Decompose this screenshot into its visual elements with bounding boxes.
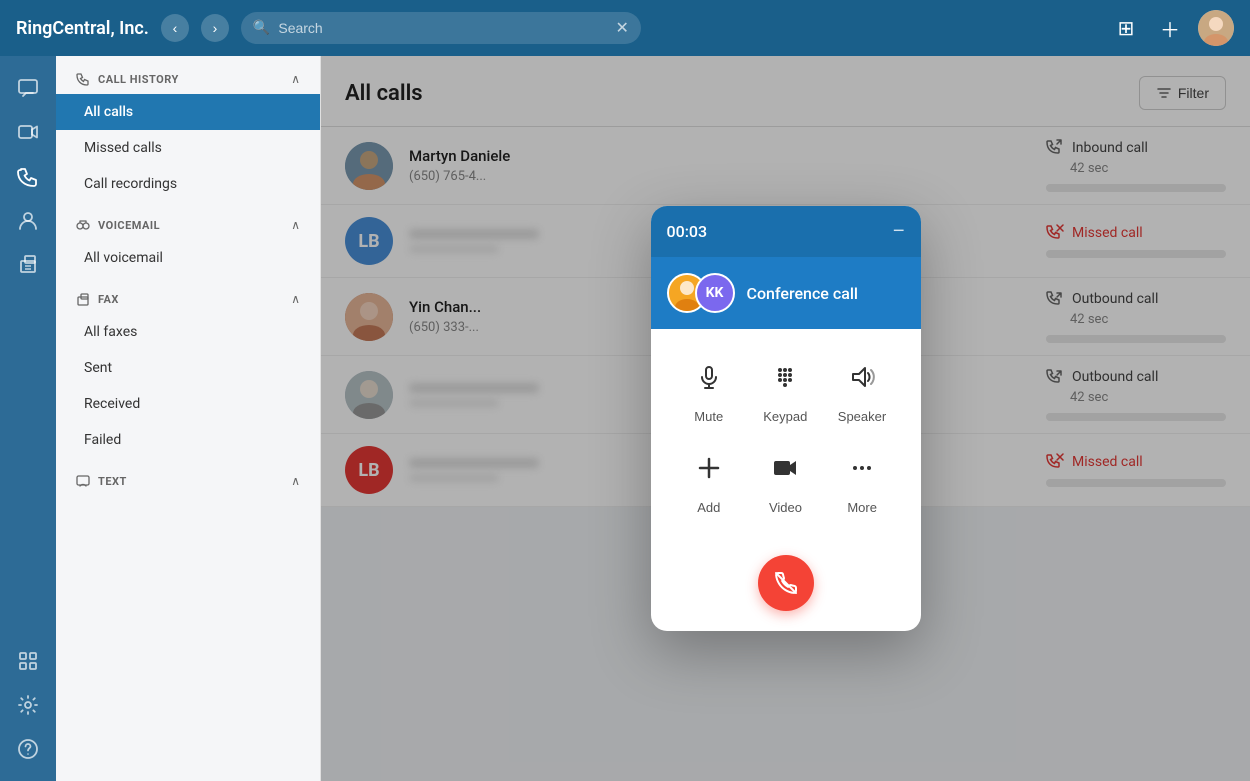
- sidebar-messages-icon[interactable]: [8, 68, 48, 108]
- app-title: RingCentral, Inc.: [16, 18, 149, 39]
- keypad-button[interactable]: Keypad: [761, 353, 809, 424]
- call-timer: 00:03: [667, 222, 708, 241]
- add-label: Add: [697, 500, 720, 515]
- speaker-label: Speaker: [838, 409, 886, 424]
- fax-section: FAX ∧ All faxes Sent Received Failed: [56, 276, 320, 458]
- overlay-backdrop: 00:03 − KK: [321, 56, 1250, 781]
- more-label: More: [847, 500, 877, 515]
- user-avatar[interactable]: [1198, 10, 1234, 46]
- topbar: RingCentral, Inc. ‹ › 🔍 ✕ ⊞ ＋: [0, 0, 1250, 56]
- add-button[interactable]: ＋: [1154, 12, 1186, 44]
- sidebar-video-icon[interactable]: [8, 112, 48, 152]
- sidebar-contacts-icon[interactable]: [8, 200, 48, 240]
- clear-search-button[interactable]: ✕: [616, 18, 629, 38]
- modal-header: 00:03 −: [651, 206, 921, 257]
- conference-label: Conference call: [747, 284, 858, 303]
- main-content: All calls Filter Martyn D: [321, 56, 1250, 781]
- nav-forward-button[interactable]: ›: [201, 14, 229, 42]
- nav-item-all-faxes[interactable]: All faxes: [56, 314, 320, 350]
- fax-chevron: ∧: [291, 292, 300, 306]
- sidebar-fax-icon[interactable]: [8, 244, 48, 284]
- video-button[interactable]: Video: [761, 444, 809, 515]
- keypad-label: Keypad: [763, 409, 807, 424]
- modal-end-section: [651, 555, 921, 631]
- call-history-section: CALL HISTORY ∧ All calls Missed calls Ca…: [56, 56, 320, 202]
- voicemail-section: VOICEMAIL ∧ All voicemail: [56, 202, 320, 276]
- nav-item-sent[interactable]: Sent: [56, 350, 320, 386]
- nav-item-all-calls[interactable]: All calls: [56, 94, 320, 130]
- main-layout: CALL HISTORY ∧ All calls Missed calls Ca…: [0, 56, 1250, 781]
- more-icon: [838, 444, 886, 492]
- nav-item-call-recordings[interactable]: Call recordings: [56, 166, 320, 202]
- fax-header[interactable]: FAX ∧: [56, 276, 320, 314]
- more-button[interactable]: More: [838, 444, 886, 515]
- sidebar-help-icon[interactable]: [8, 729, 48, 769]
- text-chevron: ∧: [291, 474, 300, 488]
- search-bar: 🔍 ✕: [241, 12, 641, 44]
- mute-icon: [685, 353, 733, 401]
- add-icon: [685, 444, 733, 492]
- voicemail-header[interactable]: VOICEMAIL ∧: [56, 202, 320, 240]
- nav-item-received[interactable]: Received: [56, 386, 320, 422]
- video-label: Video: [769, 500, 802, 515]
- video-icon: [761, 444, 809, 492]
- voicemail-chevron: ∧: [291, 218, 300, 232]
- end-call-button[interactable]: [758, 555, 814, 611]
- controls-row-1: Mute: [671, 353, 901, 424]
- mute-label: Mute: [694, 409, 723, 424]
- text-header[interactable]: TEXT ∧: [56, 458, 320, 496]
- apps-grid-icon[interactable]: ⊞: [1110, 12, 1142, 44]
- controls-row-2: Add Video: [671, 444, 901, 515]
- icon-sidebar: [0, 56, 56, 781]
- minimize-button[interactable]: −: [893, 220, 905, 243]
- nav-sidebar: CALL HISTORY ∧ All calls Missed calls Ca…: [56, 56, 321, 781]
- call-history-chevron: ∧: [291, 72, 300, 86]
- topbar-right: ⊞ ＋: [1110, 10, 1234, 46]
- text-section: TEXT ∧: [56, 458, 320, 496]
- speaker-icon: [838, 353, 886, 401]
- nav-item-all-voicemail[interactable]: All voicemail: [56, 240, 320, 276]
- modal-controls: Mute: [651, 329, 921, 555]
- keypad-icon: [761, 353, 809, 401]
- nav-item-missed-calls[interactable]: Missed calls: [56, 130, 320, 166]
- sidebar-settings-icon[interactable]: [8, 685, 48, 725]
- nav-back-button[interactable]: ‹: [161, 14, 189, 42]
- call-history-header[interactable]: CALL HISTORY ∧: [56, 56, 320, 94]
- speaker-button[interactable]: Speaker: [838, 353, 886, 424]
- mute-button[interactable]: Mute: [685, 353, 733, 424]
- conference-avatar-2: KK: [695, 273, 735, 313]
- conference-modal: 00:03 − KK: [651, 206, 921, 631]
- conference-avatars: KK: [667, 273, 735, 313]
- sidebar-phone-icon[interactable]: [8, 156, 48, 196]
- nav-item-failed[interactable]: Failed: [56, 422, 320, 458]
- search-icon: 🔍: [253, 20, 270, 36]
- sidebar-extensions-icon[interactable]: [8, 641, 48, 681]
- conference-section: KK Conference call: [651, 257, 921, 329]
- add-button[interactable]: Add: [685, 444, 733, 515]
- search-input[interactable]: [278, 20, 607, 36]
